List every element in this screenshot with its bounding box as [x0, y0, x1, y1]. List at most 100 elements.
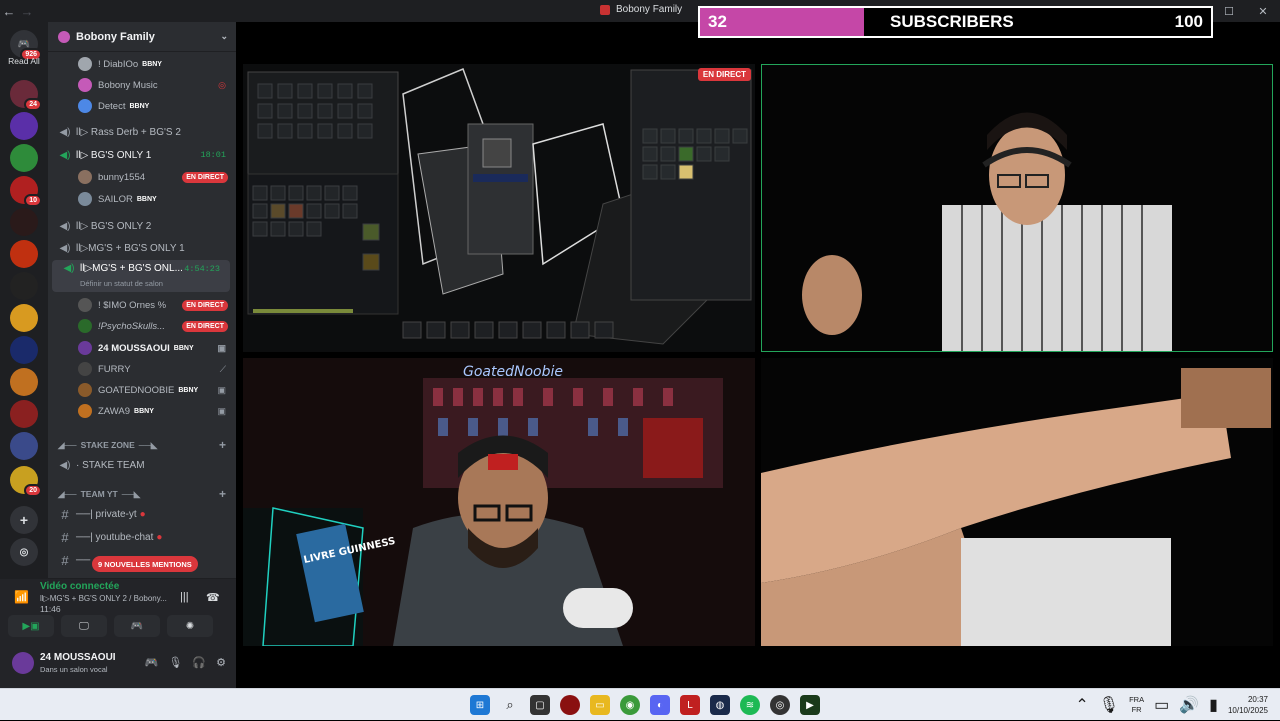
obs-icon[interactable]: ◎: [770, 695, 790, 715]
avatar: [78, 99, 92, 113]
app-red-icon[interactable]: L: [680, 695, 700, 715]
guild-header[interactable]: Bobony Family ⌄: [48, 22, 236, 52]
terminal-icon[interactable]: ▶: [800, 695, 820, 715]
back-arrow-icon[interactable]: ←: [0, 4, 18, 19]
voice-user[interactable]: Bobony Music ◎: [48, 75, 236, 95]
server-icon-7[interactable]: [10, 272, 38, 300]
headset-off-icon: ◎: [218, 79, 226, 90]
microphone-icon[interactable]: 🎙: [1099, 695, 1119, 715]
screen-share-button[interactable]: 🖵: [61, 615, 107, 637]
server-icon-12[interactable]: [10, 432, 38, 460]
headphones-icon[interactable]: 🎧: [192, 656, 206, 669]
avatar: [78, 341, 92, 355]
server-icon: [600, 4, 610, 15]
mic-off-icon: ⟋: [219, 363, 226, 374]
camera-icon: ▣: [217, 384, 226, 395]
new-mentions-pill[interactable]: 9 NOUVELLES MENTIONS: [92, 556, 198, 572]
maximize-button[interactable]: ☐: [1212, 0, 1246, 22]
live-badge: EN DIRECT: [182, 171, 228, 183]
voice-channel-bgs2[interactable]: ◀) ll▷ BG'S ONLY 2: [48, 216, 236, 236]
server-icon-5[interactable]: [10, 208, 38, 236]
signal-icon[interactable]: 📶: [14, 590, 32, 604]
voice-user[interactable]: GOATEDNOOBIE BBNY ▣: [48, 380, 236, 400]
voice-user[interactable]: Detect BBNY: [48, 96, 236, 116]
volume-icon[interactable]: 🔊: [1179, 695, 1199, 715]
text-channel-private-yt[interactable]: # ──| private-yt ●: [48, 504, 236, 524]
voice-user[interactable]: FURRY ⟋: [48, 359, 236, 379]
close-button[interactable]: ✕: [1246, 0, 1280, 22]
server-icon-3[interactable]: [10, 144, 38, 172]
voice-user[interactable]: !PsychoSkulls... EN DIRECT: [48, 316, 236, 336]
task-view-icon[interactable]: ▢: [530, 695, 550, 715]
voice-user[interactable]: ! $IMO Ornes % EN DIRECT: [48, 295, 236, 315]
text-channel-youtube-chat[interactable]: # ──| youtube-chat ●: [48, 527, 236, 547]
server-icon-8[interactable]: [10, 304, 38, 332]
voice-channel-name[interactable]: ll▷MG'S + BG'S ONLY 2 / Bobony...: [40, 594, 172, 603]
discord-icon[interactable]: ◐: [650, 695, 670, 715]
speaker-icon: ◀): [63, 263, 75, 274]
add-channel-icon[interactable]: +: [219, 487, 226, 501]
voice-channel-bgs1[interactable]: ◀) ll▷ BG'S ONLY 1 18:01: [48, 145, 236, 165]
category-stake-zone[interactable]: ◢── STAKE ZONE ──◣ +: [48, 435, 236, 455]
hash-icon: #: [61, 552, 69, 568]
channel-status-hint[interactable]: Définir un statut de salon: [80, 279, 163, 288]
voice-user[interactable]: 24 MOUSSAOUI BBNY ▣: [48, 338, 236, 358]
system-clock[interactable]: 20:37 10/10/2025: [1228, 694, 1268, 716]
voice-user[interactable]: ZAWA9 BBNY ▣: [48, 401, 236, 421]
username[interactable]: 24 MOUSSAOUI: [40, 652, 116, 663]
subscriber-goal-overlay: 32 SUBSCRIBERS 100: [698, 6, 1213, 38]
spotify-icon[interactable]: ≋: [740, 695, 760, 715]
server-icon-1[interactable]: 24: [10, 80, 42, 111]
add-channel-icon[interactable]: +: [219, 438, 226, 452]
app-icon[interactable]: [560, 695, 580, 715]
chevron-up-icon[interactable]: ⌃: [1075, 695, 1088, 715]
server-folder[interactable]: 20: [10, 466, 42, 497]
camera-button[interactable]: ▶▣: [8, 615, 54, 637]
microphone-icon[interactable]: 🎙: [168, 656, 182, 669]
chrome-icon[interactable]: ◉: [620, 695, 640, 715]
stream-tile-game[interactable]: EN DIRECT: [243, 64, 755, 352]
server-icon-11[interactable]: [10, 400, 38, 428]
server-icon-6[interactable]: [10, 240, 38, 268]
avatar: [78, 383, 92, 397]
server-icon-2[interactable]: [10, 112, 38, 140]
soundboard-button[interactable]: ✺: [167, 615, 213, 637]
voice-status[interactable]: Vidéo connectée: [40, 581, 119, 592]
voice-channel-current[interactable]: ◀) ll▷MG'S + BG'S ONL... 4:54:23 Définir u…: [52, 260, 230, 292]
steam-icon[interactable]: ◍: [710, 695, 730, 715]
guild-icon: [58, 30, 70, 43]
arm-closeup: [761, 368, 1271, 646]
game-inventory-screen: [247, 68, 752, 345]
voice-user[interactable]: SAILOR BBNY: [48, 189, 236, 209]
monitor-icon[interactable]: ▭: [1154, 695, 1169, 715]
gamepad-icon[interactable]: 🎮: [145, 656, 159, 669]
server-icon-4[interactable]: 10: [10, 176, 42, 207]
server-icon-10[interactable]: [10, 368, 38, 396]
disconnect-icon[interactable]: ☎: [206, 591, 220, 604]
category-team-yt[interactable]: ◢── TEAM YT ──◣ +: [48, 484, 236, 504]
avatar[interactable]: [12, 652, 34, 674]
discover-icon[interactable]: ◎: [10, 538, 38, 566]
settings-gear-icon[interactable]: ⚙: [216, 656, 226, 669]
stream-tile-streamer[interactable]: GoatedNoobie LIVRE GUINNESS: [243, 358, 755, 646]
search-icon[interactable]: ⌕: [500, 695, 520, 715]
stream-tile-arm[interactable]: [761, 358, 1273, 646]
stream-tile-webcam-speaking[interactable]: [761, 64, 1273, 352]
activities-button[interactable]: 🎮: [114, 615, 160, 637]
file-explorer-icon[interactable]: ▭: [590, 695, 610, 715]
voice-channel-mgs1[interactable]: ◀) ll▷MG'S + BG'S ONLY 1: [48, 238, 236, 258]
voice-user[interactable]: ! DiabIOo BBNY: [48, 54, 236, 74]
voice-channel-rass[interactable]: ◀) ll▷ Rass Derb + BG'S 2: [48, 122, 236, 142]
voice-user[interactable]: bunny1554 EN DIRECT: [48, 167, 236, 187]
noise-suppression-icon[interactable]: |||: [180, 591, 189, 603]
battery-icon[interactable]: ▮: [1209, 695, 1218, 715]
language-indicator[interactable]: FRA FR: [1129, 695, 1144, 715]
direct-messages-icon[interactable]: 🎮 926: [10, 30, 42, 61]
read-all-button[interactable]: Read All: [0, 56, 48, 66]
forward-arrow-icon[interactable]: →: [18, 4, 36, 19]
user-panel: 24 MOUSSAOUI Dans un salon vocal 🎮 🎙 🎧 ⚙: [0, 642, 236, 688]
add-server-icon[interactable]: +: [10, 506, 38, 534]
voice-channel-stake-team[interactable]: ◀) · STAKE TEAM: [48, 455, 236, 475]
windows-start-icon[interactable]: ⊞: [470, 695, 490, 715]
server-icon-9[interactable]: [10, 336, 38, 364]
